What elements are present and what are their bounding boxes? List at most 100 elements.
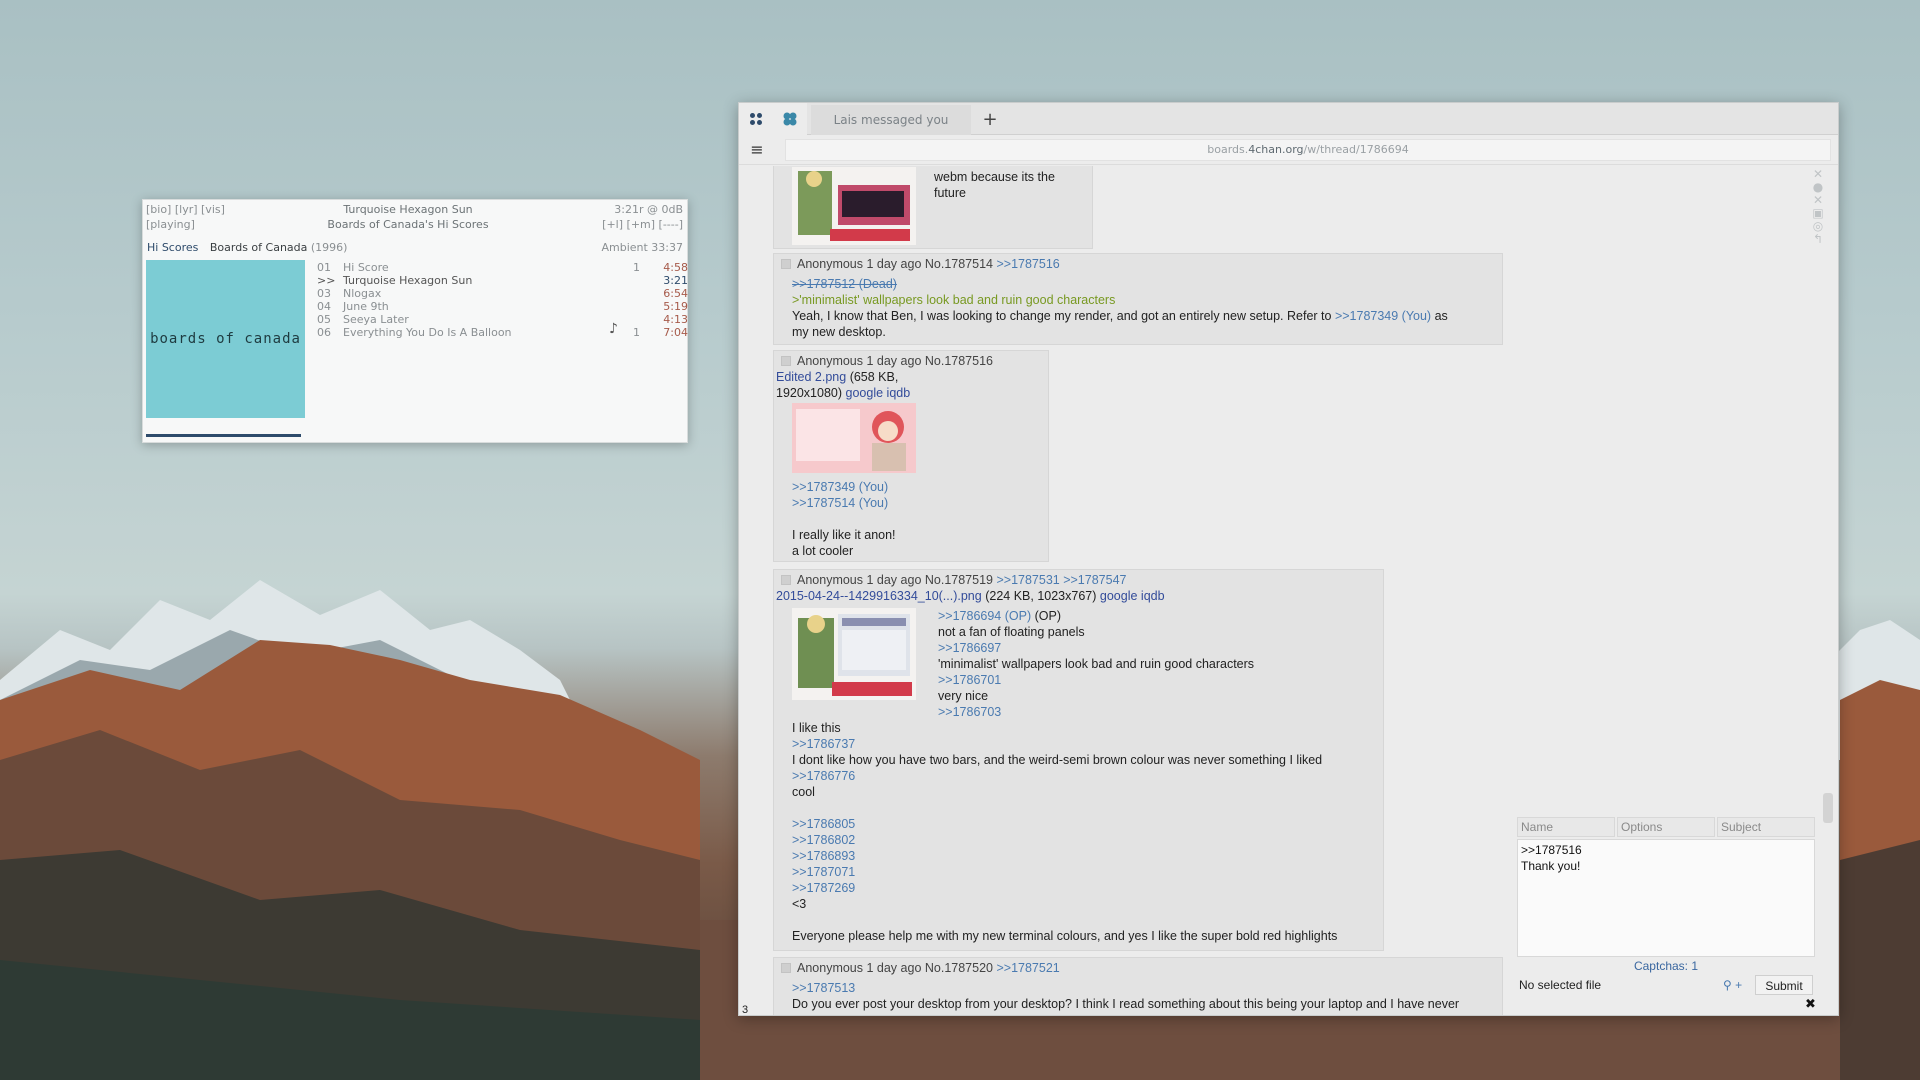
file-info: Edited 2.png (658 KB, xyxy=(776,369,898,385)
quote-link-op[interactable]: >>1786694 (OP) xyxy=(938,609,1031,623)
thumbnail-image xyxy=(792,167,916,245)
iqdb-search-link[interactable]: iqdb xyxy=(887,386,911,400)
url-bar[interactable]: boards.4chan.org/w/thread/1786694 xyxy=(785,139,1831,161)
post-header: Anonymous 1 day ago No.1787514 >>1787516 xyxy=(781,257,1060,271)
captcha-count[interactable]: Captchas: 1 xyxy=(1517,959,1815,973)
menu-button[interactable]: ≡ xyxy=(747,140,767,160)
link-icon[interactable]: ⚲ xyxy=(1723,978,1732,992)
grid-icon xyxy=(750,113,762,125)
quote-link[interactable]: >>1786805 xyxy=(792,816,855,832)
post-body-text: Yeah, I know that Ben, I was looking to … xyxy=(792,309,1332,323)
file-actions: ⚲ + xyxy=(1723,975,1742,995)
playback-state: [playing] xyxy=(146,218,195,231)
view-toggle-links[interactable]: [bio] [lyr] [vis] xyxy=(146,202,225,217)
file-info: 2015-04-24--1429916334_10(...).png (224 … xyxy=(776,588,1165,604)
backlink[interactable]: >>1787521 xyxy=(996,961,1059,975)
post-select-checkbox[interactable] xyxy=(781,575,791,585)
quick-reply-form: Name Options Subject >>1787516 Thank you… xyxy=(1517,817,1823,1012)
dead-quote-link[interactable]: >>1787512 (Dead) xyxy=(792,276,897,292)
greentext: >'minimalist' wallpapers look bad and ru… xyxy=(792,293,1116,307)
track-number: 03 xyxy=(317,287,331,300)
post-meta: Anonymous 1 day ago No.1787516 xyxy=(797,354,993,368)
post-meta: Anonymous 1 day ago No.1787520 xyxy=(797,961,993,975)
google-search-link[interactable]: google xyxy=(846,386,884,400)
track-number: 05 xyxy=(317,313,331,326)
thread-content: webm because its the future Anonymous 1 … xyxy=(739,166,1513,1016)
clover-icon xyxy=(783,112,797,126)
thumbnail-image xyxy=(792,608,916,700)
quote-link[interactable]: >>1786893 xyxy=(792,848,855,864)
post-body-line: future xyxy=(934,186,966,200)
url-path: /w/thread/1786694 xyxy=(1303,143,1409,156)
quote-link[interactable]: >>1786701 xyxy=(938,672,1001,688)
tab-hi-scores[interactable]: Hi Scores xyxy=(147,241,198,254)
backlinks[interactable]: >>1787531 >>1787547 xyxy=(996,573,1126,587)
back-icon[interactable]: ↰ xyxy=(1810,233,1826,246)
playback-progress-bar[interactable] xyxy=(146,434,682,437)
comment-textarea[interactable]: >>1787516 Thank you! xyxy=(1517,839,1815,957)
post-select-checkbox[interactable] xyxy=(781,259,791,269)
tab-messages[interactable]: Lais messaged you xyxy=(811,105,971,135)
music-note-icon: ♪ xyxy=(609,321,618,337)
quote-link[interactable]: >>1787349 (You) xyxy=(792,479,888,495)
post-body-text: as xyxy=(1434,309,1448,323)
post-select-checkbox[interactable] xyxy=(781,963,791,973)
comment-line: Thank you! xyxy=(1521,859,1581,873)
file-info: 1920x1080) google iqdb xyxy=(776,385,910,401)
backlink[interactable]: >>1787516 xyxy=(996,257,1059,271)
quote-link[interactable]: >>1787071 xyxy=(792,864,855,880)
post-body-line: webm because its the xyxy=(934,170,1055,184)
post-body-line: not a fan of floating panels xyxy=(938,625,1085,639)
tab-pinned-app[interactable] xyxy=(739,103,773,135)
quote-link[interactable]: >>1786697 xyxy=(938,640,1001,656)
file-link[interactable]: Edited 2.png xyxy=(776,370,846,384)
post-select-checkbox[interactable] xyxy=(781,356,791,366)
subject-field[interactable]: Subject xyxy=(1717,817,1815,837)
mode-flags[interactable]: [+l] [+m] [----] xyxy=(602,217,683,232)
name-placeholder: Name xyxy=(1521,820,1554,834)
playback-progress-fill xyxy=(146,434,302,437)
player-view-toggles[interactable]: [bio] [lyr] [vis] [playing] xyxy=(146,202,225,232)
tab-clover[interactable] xyxy=(773,103,807,135)
close-icon[interactable]: ✖ xyxy=(1805,997,1816,1012)
iqdb-search-link[interactable]: iqdb xyxy=(1141,589,1165,603)
track-number: 01 xyxy=(317,261,331,274)
name-field[interactable]: Name xyxy=(1517,817,1615,837)
file-link[interactable]: 2015-04-24--1429916334_10(...).png xyxy=(776,589,982,603)
browser-toolbar: ≡ boards.4chan.org/w/thread/1786694 xyxy=(739,135,1838,165)
quote-link[interactable]: >>1786737 xyxy=(792,736,855,752)
plus-icon: + xyxy=(982,108,998,130)
new-tab-button[interactable]: + xyxy=(975,103,1005,135)
quote-link[interactable]: >>1786802 xyxy=(792,832,855,848)
post-thumbnail[interactable] xyxy=(792,167,916,245)
post-partial: webm because its the future xyxy=(773,166,1093,249)
hamburger-icon: ≡ xyxy=(750,140,764,159)
post-body-line: a lot cooler xyxy=(792,544,854,558)
options-field[interactable]: Options xyxy=(1617,817,1715,837)
add-file-icon[interactable]: + xyxy=(1735,978,1742,992)
post-body-line: >>1786694 (OP) (OP) xyxy=(938,608,1061,624)
quote-link[interactable]: >>1786776 xyxy=(792,768,855,784)
track-duration: 4:13 xyxy=(663,313,688,326)
now-playing: Turquoise Hexagon Sun Boards of Canada's… xyxy=(293,202,523,232)
quote-link[interactable]: >>1786703 xyxy=(938,704,1001,720)
post-body-line: Yeah, I know that Ben, I was looking to … xyxy=(792,308,1448,324)
quote-link[interactable]: >>1787349 (You) xyxy=(1335,309,1431,323)
google-search-link[interactable]: google xyxy=(1100,589,1138,603)
quote-link[interactable]: >>1787513 xyxy=(792,980,855,996)
track-plays: 1 xyxy=(633,326,640,339)
scrollbar-thumb[interactable] xyxy=(1823,793,1833,823)
post-body-line: 'minimalist' wallpapers look bad and rui… xyxy=(938,657,1255,671)
page-number: 3 xyxy=(742,1004,749,1016)
quote-link[interactable]: >>1787269 xyxy=(792,880,855,896)
post-1787514: Anonymous 1 day ago No.1787514 >>1787516… xyxy=(773,253,1503,345)
file-status[interactable]: No selected file xyxy=(1519,975,1601,995)
track-number: 06 xyxy=(317,326,331,339)
submit-button[interactable]: Submit xyxy=(1755,975,1813,995)
post-thumbnail[interactable] xyxy=(792,403,916,473)
playing-indicator: >> xyxy=(317,274,336,287)
post-thumbnail[interactable] xyxy=(792,608,916,700)
track-name: Seeya Later xyxy=(343,313,409,326)
quote-link[interactable]: >>1787514 (You) xyxy=(792,495,888,511)
now-playing-album: Boards of Canada's Hi Scores xyxy=(327,218,489,231)
